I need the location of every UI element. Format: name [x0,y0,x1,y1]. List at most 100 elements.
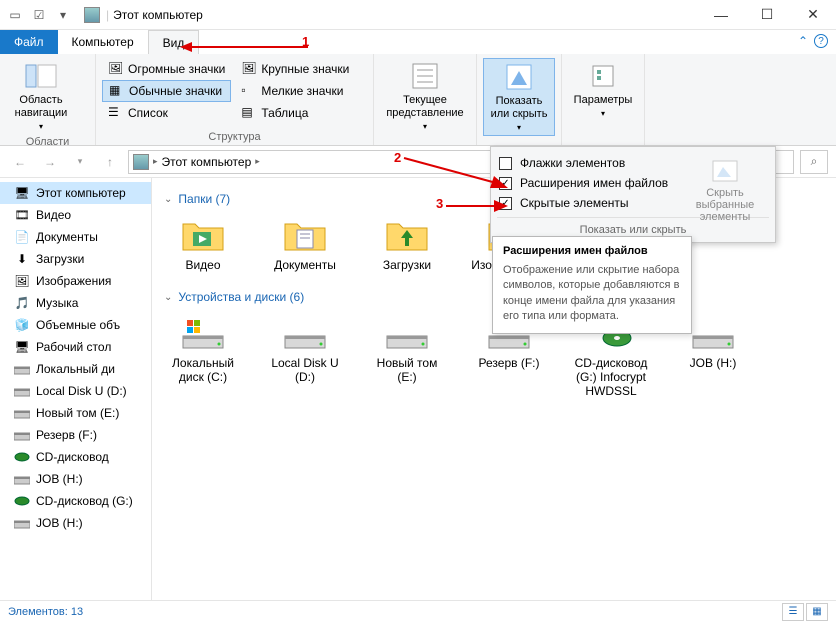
ribbon-group-current-view: Текущее представление ▾ [374,54,477,145]
sidebar-item[interactable]: JOB (H:) [0,468,151,490]
layout-small-icons[interactable]: ▫Мелкие значки [235,80,355,102]
breadcrumb-location[interactable]: Этот компьютер [162,155,252,169]
qat-dropdown-icon[interactable]: ▾ [52,4,74,26]
music-icon: 🎵 [14,295,30,311]
layout-table[interactable]: ▤Таблица [235,102,355,124]
folder-item[interactable]: Загрузки [368,214,446,272]
details-view-button[interactable]: ☰ [782,603,804,621]
options-icon [587,60,619,92]
minimize-button[interactable]: — [698,0,744,30]
pictures-icon: 🖼 [14,273,30,289]
recent-dropdown[interactable]: ▾ [68,150,92,174]
drive-item[interactable]: Локальный диск (C:) [164,312,242,398]
sidebar-item[interactable]: ⬇Загрузки [0,248,151,270]
navigation-pane-button[interactable]: Область навигации ▾ [6,58,76,134]
sidebar-item[interactable]: Резерв (F:) [0,424,151,446]
list-icon: ☰ [108,105,124,121]
sidebar-item[interactable]: CD-дисковод (G:) [0,490,151,512]
ribbon-group-layout: 🖼Огромные значки 🖼Крупные значки ▦Обычны… [96,54,374,145]
navigation-pane-icon [25,60,57,92]
sidebar-item-label: Изображения [36,274,111,288]
ribbon-group-show-hide: Показать или скрыть ▾ [477,54,562,145]
layout-huge-icons[interactable]: 🖼Огромные значки [102,58,231,80]
video-icon: 🎞 [14,207,30,223]
sidebar-item[interactable]: 🎵 Музыка [0,292,151,314]
ribbon-tabs: Файл Компьютер Вид ⌃ ? [0,30,836,54]
tab-computer[interactable]: Компьютер [58,30,148,54]
sidebar-item-label: Резерв (F:) [36,428,97,442]
sidebar-item-label: Музыка [36,296,78,310]
sidebar-item-label: Документы [36,230,98,244]
sidebar-item-label: Рабочий стол [36,340,111,354]
chevron-right-icon[interactable]: ▸ [255,156,260,167]
checkbox-icon[interactable]: ✓ [499,177,512,190]
layout-normal-icons[interactable]: ▦Обычные значки [102,80,231,102]
maximize-button[interactable]: ☐ [744,0,790,30]
tab-view[interactable]: Вид [148,30,200,54]
item-label: Local Disk U (D:) [266,356,344,384]
sidebar-item[interactable]: 🖼 Изображения [0,270,151,292]
tab-file[interactable]: Файл [0,30,58,54]
qat-checkbox-icon[interactable]: ☑ [28,4,50,26]
drive-item[interactable]: Local Disk U (D:) [266,312,344,398]
sidebar-item[interactable]: 📄Документы [0,226,151,248]
drive-item[interactable]: Новый том (E:) [368,312,446,398]
ribbon: Область навигации ▾ Области 🖼Огромные зн… [0,54,836,146]
sidebar-item[interactable]: 🖥Этот компьютер [0,182,151,204]
sidebar-item[interactable]: CD-дисковод [0,446,151,468]
statusbar: Элементов: 13 ☰ ▦ [0,600,836,622]
close-button[interactable]: ✕ [790,0,836,30]
chevron-down-icon: ▾ [517,123,521,133]
layout-list[interactable]: ☰Список [102,102,231,124]
sidebar-item[interactable]: 🎞 Видео [0,204,151,226]
folder-item[interactable]: Документы [266,214,344,272]
search-icon: ⌕ [811,154,818,169]
app-icon [84,7,100,23]
search-input[interactable]: ⌕ [800,150,828,174]
hdd-icon [281,312,329,352]
ribbon-group-layout-label: Структура [102,129,367,143]
sidebar-item[interactable]: 🧊 Объемные объ [0,314,151,336]
qat-properties-icon[interactable]: ▭ [4,4,26,26]
back-button[interactable]: ← [8,150,32,174]
status-count: Элементов: 13 [8,606,83,618]
cd-green-icon [14,493,30,509]
sidebar-item[interactable]: Локальный ди [0,358,151,380]
tooltip: Расширения имен файлов Отображение или с… [492,236,692,334]
item-label: Новый том (E:) [368,356,446,384]
icons-view-button[interactable]: ▦ [806,603,828,621]
sidebar-item-label: Видео [36,208,71,222]
current-view-icon [409,60,441,92]
show-hide-button[interactable]: Показать или скрыть ▾ [483,58,555,136]
sidebar-item[interactable]: 🖥Рабочий стол [0,336,151,358]
3d-icon: 🧊 [14,317,30,333]
folder-docs-icon [281,214,329,254]
up-button[interactable]: ↑ [98,150,122,174]
folder-item[interactable]: Видео [164,214,242,272]
tooltip-title: Расширения имен файлов [503,245,681,257]
hdd-icon [14,361,30,377]
ribbon-collapse-icon[interactable]: ⌃ [798,34,808,48]
sidebar-item-label: Local Disk U (D:) [36,384,127,398]
forward-button[interactable]: → [38,150,62,174]
options-button[interactable]: Параметры ▾ [568,58,638,121]
folder-video-icon [179,214,227,254]
checkbox-icon[interactable] [499,157,512,170]
breadcrumb-icon [133,154,149,170]
table-icon: ▤ [241,105,257,121]
item-label: Документы [274,258,336,272]
sidebar-item[interactable]: JOB (H:) [0,512,151,534]
current-view-button[interactable]: Текущее представление ▾ [380,58,470,134]
ribbon-group-panes-label: Области [6,134,89,148]
help-icon[interactable]: ? [814,34,828,48]
checkbox-icon[interactable]: ✓ [499,197,512,210]
sidebar-item[interactable]: Новый том (E:) [0,402,151,424]
chevron-down-icon: ▾ [601,109,605,119]
layout-large-icons[interactable]: 🖼Крупные значки [235,58,355,80]
quick-access-toolbar: ▭ ☑ ▾ [0,4,78,26]
sidebar-item[interactable]: Local Disk U (D:) [0,380,151,402]
chevron-right-icon[interactable]: ▸ [153,156,158,167]
dd-hide-selected[interactable]: Скрыть выбранные элементы [685,157,765,223]
sidebar-item-label: Объемные объ [36,318,120,332]
show-hide-icon [503,61,535,93]
